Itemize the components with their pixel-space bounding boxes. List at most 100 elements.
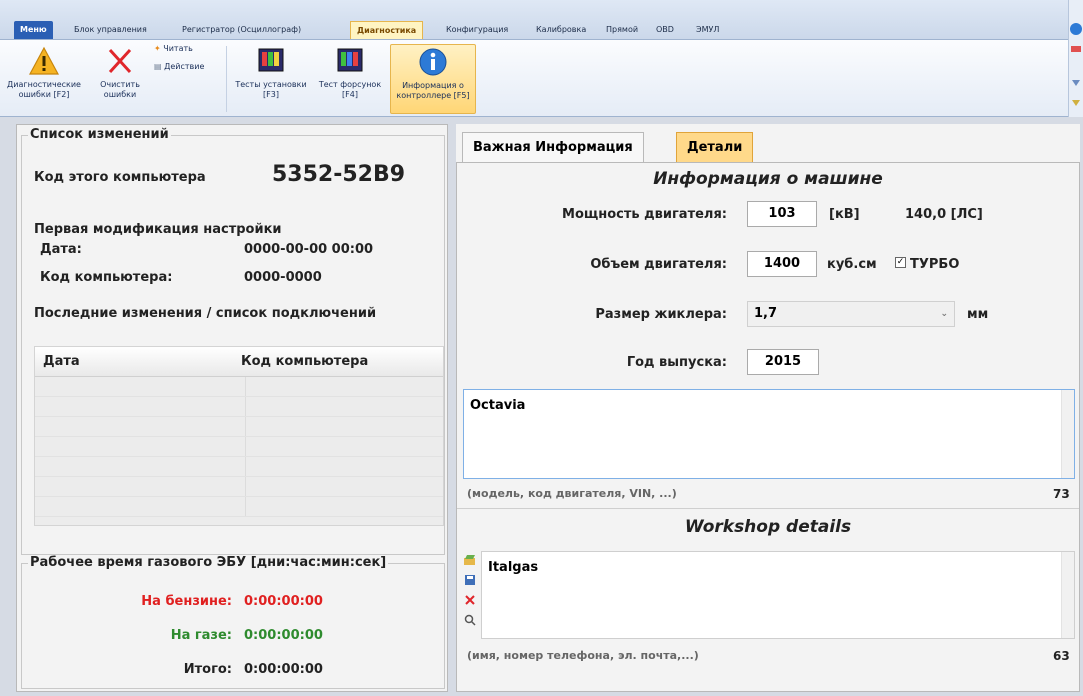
runtime-title: Рабочее время газового ЭБУ [дни:час:мин:… (28, 555, 389, 570)
column-header-date[interactable]: Дата (43, 354, 80, 369)
tab-direct[interactable]: Прямой (600, 21, 644, 39)
read-label: Читать (163, 44, 193, 53)
engine-power-hp: 140,0 [ЛС] (905, 207, 983, 222)
left-panel: Список изменений Код этого компьютера 53… (16, 124, 448, 692)
chevron-down-icon: ⌄ (940, 309, 948, 319)
pc-code-label: Код компьютера: (40, 270, 173, 285)
tab-control-unit[interactable]: Блок управления (68, 21, 153, 39)
install-tests-label: Тесты установки [F3] (235, 80, 307, 99)
details-panel: Информация о машине Мощность двигателя: … (456, 162, 1080, 692)
turbo-checkbox[interactable]: ✓ (895, 257, 906, 268)
column-divider (245, 497, 246, 516)
workshop-text: Italgas (488, 560, 539, 575)
document-icon: ▤ (154, 62, 162, 71)
tab-important-info[interactable]: Важная Информация (462, 132, 644, 162)
runtime-group: Рабочее время газового ЭБУ [дни:час:мин:… (21, 555, 445, 689)
arrow-down-small-icon[interactable] (1069, 98, 1083, 108)
engine-power-label: Мощность двигателя: (562, 207, 727, 222)
column-header-pc-code[interactable]: Код компьютера (241, 354, 368, 369)
arrow-down-icon[interactable] (1069, 78, 1083, 88)
computer-code-label: Код этого компьютера (34, 170, 206, 185)
settings-icon[interactable] (1069, 44, 1083, 54)
open-folder-icon[interactable] (463, 553, 477, 567)
diag-errors-button[interactable]: Диагностические ошибки [F2] (2, 44, 86, 114)
column-divider (245, 377, 246, 396)
model-char-count: 73 (1053, 487, 1070, 501)
jet-size-unit: мм (967, 307, 989, 322)
clear-errors-label: Очистить ошибки (100, 80, 140, 99)
close-icon (108, 48, 132, 74)
petrol-label: На бензине: (141, 594, 232, 609)
injector-test-button[interactable]: Тест форсунок [F4] (314, 44, 386, 114)
column-divider (245, 397, 246, 416)
year-input[interactable]: 2015 (747, 349, 819, 375)
controller-info-button[interactable]: Информация о контроллере [F5] (390, 44, 476, 114)
tab-details[interactable]: Детали (676, 132, 754, 162)
table-row (35, 417, 443, 437)
tab-menu[interactable]: Меню (14, 21, 53, 39)
engine-volume-label: Объем двигателя: (590, 257, 727, 272)
workshop-char-count: 63 (1053, 649, 1070, 663)
read-button[interactable]: ✦ Читать (154, 44, 193, 53)
table-row (35, 397, 443, 417)
test-screen-icon (258, 48, 284, 72)
quick-access-strip (1068, 0, 1083, 117)
action-button[interactable]: ▤ Действие (154, 62, 204, 71)
jet-size-label: Размер жиклера: (595, 307, 727, 322)
jet-size-select[interactable]: 1,7 ⌄ (747, 301, 955, 327)
search-icon[interactable] (463, 613, 477, 627)
model-textarea[interactable]: Octavia (463, 389, 1075, 479)
tab-emul[interactable]: ЭМУЛ (690, 21, 725, 39)
injector-test-label: Тест форсунок [F4] (318, 80, 382, 99)
tab-obd[interactable]: OBD (650, 21, 680, 39)
save-icon[interactable] (463, 573, 477, 587)
first-mod-title: Первая модификация настройки (34, 222, 282, 237)
model-text: Octavia (470, 398, 526, 413)
table-header: Дата Код компьютера (35, 347, 443, 377)
delete-icon[interactable] (463, 593, 477, 607)
table-row (35, 497, 443, 517)
ribbon-tab-bar: Меню Блок управления Регистратор (Осцилл… (0, 0, 1083, 40)
date-label: Дата: (40, 242, 82, 257)
tab-calibration[interactable]: Калибровка (530, 21, 592, 39)
engine-power-input[interactable]: 103 (747, 201, 817, 227)
engine-volume-unit: куб.см (827, 257, 877, 272)
diag-errors-label: Диагностические ошибки [F2] (7, 80, 81, 99)
warning-icon (29, 46, 59, 75)
column-divider (245, 417, 246, 436)
turbo-label: ТУРБО (910, 257, 960, 272)
date-value: 0000-00-00 00:00 (244, 242, 374, 257)
jet-size-value: 1,7 (754, 306, 778, 321)
workshop-title: Workshop details (684, 517, 852, 537)
model-scrollbar[interactable] (1061, 390, 1074, 478)
year-label: Год выпуска: (626, 355, 727, 370)
model-hint: (модель, код двигателя, VIN, ...) (467, 487, 677, 500)
workshop-textarea[interactable]: Italgas (481, 551, 1075, 639)
help-icon[interactable] (1069, 22, 1083, 36)
tab-recorder[interactable]: Регистратор (Осциллограф) (176, 21, 307, 39)
changes-group: Список изменений Код этого компьютера 53… (21, 127, 445, 555)
clear-errors-button[interactable]: Очистить ошибки (92, 44, 148, 114)
history-table[interactable]: Дата Код компьютера (34, 346, 444, 526)
tab-diagnostics[interactable]: Диагностика (350, 21, 424, 39)
petrol-value: 0:00:00:00 (244, 594, 323, 609)
install-tests-button[interactable]: Тесты установки [F3] (232, 44, 310, 114)
tab-configuration[interactable]: Конфигурация (440, 21, 514, 39)
injector-test-icon (337, 48, 363, 72)
ribbon-separator (226, 46, 227, 112)
total-value: 0:00:00:00 (244, 662, 323, 677)
table-row (35, 477, 443, 497)
gas-label: На газе: (170, 628, 232, 643)
info-icon (419, 48, 447, 76)
arrow-up-icon: ✦ (154, 44, 161, 53)
column-divider (245, 437, 246, 456)
divider (457, 508, 1079, 509)
engine-volume-input[interactable]: 1400 (747, 251, 817, 277)
column-divider (245, 477, 246, 496)
changes-title: Список изменений (28, 127, 171, 142)
history-title: Последние изменения / список подключений (34, 306, 377, 321)
column-divider (245, 457, 246, 476)
machine-info-title: Информация о машине (653, 169, 883, 189)
table-row (35, 377, 443, 397)
workshop-scrollbar[interactable] (1061, 552, 1074, 638)
